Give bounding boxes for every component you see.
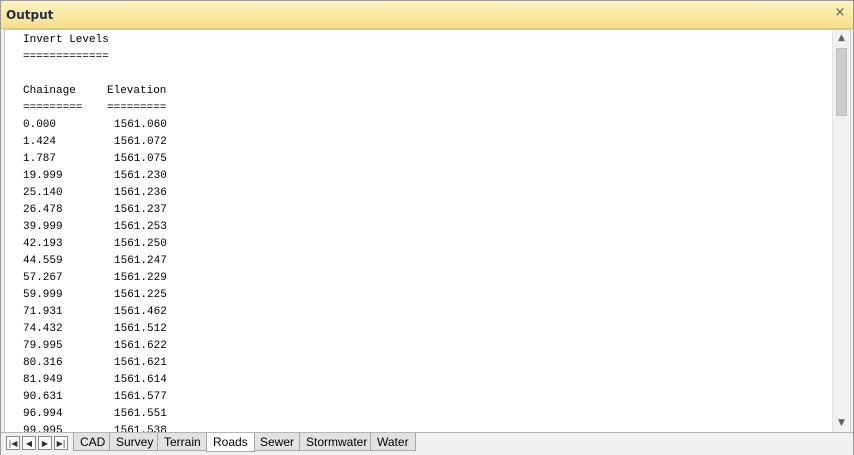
chainage-value: 42.193 bbox=[23, 238, 63, 250]
invert-level-row: 57.267 1561.229 bbox=[23, 270, 823, 287]
tab-terrain[interactable]: Terrain bbox=[157, 433, 208, 451]
elevation-value: 1561.551 bbox=[114, 408, 167, 420]
tab-sewer[interactable]: Sewer bbox=[253, 433, 302, 451]
chainage-value: 44.559 bbox=[23, 255, 63, 267]
chainage-value: 80.316 bbox=[23, 357, 63, 369]
chainage-value: 39.999 bbox=[23, 221, 63, 233]
elevation-value: 1561.247 bbox=[114, 255, 167, 267]
elevation-value: 1561.236 bbox=[114, 187, 167, 199]
column-rule-row: ========= ========= bbox=[23, 100, 823, 117]
chainage-value: 1.787 bbox=[23, 153, 57, 165]
chainage-value: 90.631 bbox=[23, 391, 63, 403]
output-window: Output × Invert Levels ============= Cha… bbox=[0, 0, 854, 455]
output-text: Invert Levels ============= Chainage Ele… bbox=[23, 32, 823, 432]
elevation-header: Elevation bbox=[107, 85, 167, 97]
tab-survey[interactable]: Survey bbox=[109, 433, 161, 451]
elevation-value: 1561.060 bbox=[114, 119, 167, 131]
elevation-rule: ========= bbox=[107, 102, 167, 114]
invert-level-row: 19.999 1561.230 bbox=[23, 168, 823, 185]
chainage-value: 71.931 bbox=[23, 306, 63, 318]
elevation-value: 1561.075 bbox=[114, 153, 167, 165]
tab-cad[interactable]: CAD bbox=[73, 433, 113, 451]
chainage-value: 74.432 bbox=[23, 323, 63, 335]
elevation-value: 1561.512 bbox=[114, 323, 167, 335]
invert-level-row: 44.559 1561.247 bbox=[23, 253, 823, 270]
chainage-value: 26.478 bbox=[23, 204, 63, 216]
column-header-row: Chainage Elevation bbox=[23, 83, 823, 100]
elevation-value: 1561.225 bbox=[114, 289, 167, 301]
chainage-value: 19.999 bbox=[23, 170, 63, 182]
chainage-value: 0.000 bbox=[23, 119, 57, 131]
chainage-value: 79.995 bbox=[23, 340, 63, 352]
tab-stormwater[interactable]: Stormwater bbox=[299, 433, 375, 451]
invert-level-row: 0.000 1561.060 bbox=[23, 117, 823, 134]
vertical-scrollbar[interactable]: ▲ ▼ bbox=[832, 30, 850, 432]
output-titlebar: Output × bbox=[1, 1, 853, 29]
scroll-down-icon[interactable]: ▼ bbox=[833, 415, 850, 432]
chainage-value: 81.949 bbox=[23, 374, 63, 386]
chainage-header: Chainage bbox=[23, 85, 76, 97]
output-title: Output bbox=[6, 8, 54, 22]
output-heading: Invert Levels bbox=[23, 34, 109, 46]
invert-level-row: 1.787 1561.075 bbox=[23, 151, 823, 168]
close-icon[interactable]: × bbox=[833, 6, 847, 20]
elevation-value: 1561.253 bbox=[114, 221, 167, 233]
invert-level-row: 79.995 1561.622 bbox=[23, 338, 823, 355]
chainage-rule: ========= bbox=[23, 102, 83, 114]
elevation-value: 1561.462 bbox=[114, 306, 167, 318]
chainage-value: 25.140 bbox=[23, 187, 63, 199]
chainage-value: 57.267 bbox=[23, 272, 63, 284]
invert-level-rows: 0.000 1561.060 1.424 1561.072 1.787 1561.075 1… bbox=[23, 117, 823, 432]
invert-level-row: 25.140 1561.236 bbox=[23, 185, 823, 202]
first-tab-icon[interactable]: |◀ bbox=[6, 436, 20, 450]
invert-level-row: 39.999 1561.253 bbox=[23, 219, 823, 236]
elevation-value: 1561.577 bbox=[114, 391, 167, 403]
scrollbar-thumb[interactable] bbox=[836, 48, 847, 116]
chainage-value: 96.994 bbox=[23, 408, 63, 420]
elevation-value: 1561.230 bbox=[114, 170, 167, 182]
chainage-value: 1.424 bbox=[23, 136, 57, 148]
invert-level-row: 59.999 1561.225 bbox=[23, 287, 823, 304]
invert-level-row: 74.432 1561.512 bbox=[23, 321, 823, 338]
invert-level-row: 81.949 1561.614 bbox=[23, 372, 823, 389]
elevation-value: 1561.072 bbox=[114, 136, 167, 148]
invert-level-row: 1.424 1561.072 bbox=[23, 134, 823, 151]
chainage-value: 59.999 bbox=[23, 289, 63, 301]
prev-tab-icon[interactable]: ◀ bbox=[22, 436, 36, 450]
scroll-up-icon[interactable]: ▲ bbox=[833, 30, 850, 47]
invert-level-row: 90.631 1561.577 bbox=[23, 389, 823, 406]
invert-level-row: 42.193 1561.250 bbox=[23, 236, 823, 253]
invert-level-row: 96.994 1561.551 bbox=[23, 406, 823, 423]
elevation-value: 1561.614 bbox=[114, 374, 167, 386]
next-tab-icon[interactable]: ▶ bbox=[38, 436, 52, 450]
elevation-value: 1561.237 bbox=[114, 204, 167, 216]
tab-water[interactable]: Water bbox=[370, 433, 416, 451]
output-text-area[interactable]: Invert Levels ============= Chainage Ele… bbox=[4, 29, 851, 433]
tab-bar: |◀ ◀ ▶ ▶| CAD Survey Terrain Roads Sewer… bbox=[1, 432, 853, 455]
last-tab-icon[interactable]: ▶| bbox=[54, 436, 68, 450]
invert-level-row: 71.931 1561.462 bbox=[23, 304, 823, 321]
elevation-value: 1561.622 bbox=[114, 340, 167, 352]
elevation-value: 1561.250 bbox=[114, 238, 167, 250]
invert-level-row: 26.478 1561.237 bbox=[23, 202, 823, 219]
tab-roads[interactable]: Roads bbox=[206, 433, 255, 452]
output-heading-rule: ============= bbox=[23, 51, 109, 63]
elevation-value: 1561.229 bbox=[114, 272, 167, 284]
elevation-value: 1561.621 bbox=[114, 357, 167, 369]
invert-level-row: 80.316 1561.621 bbox=[23, 355, 823, 372]
